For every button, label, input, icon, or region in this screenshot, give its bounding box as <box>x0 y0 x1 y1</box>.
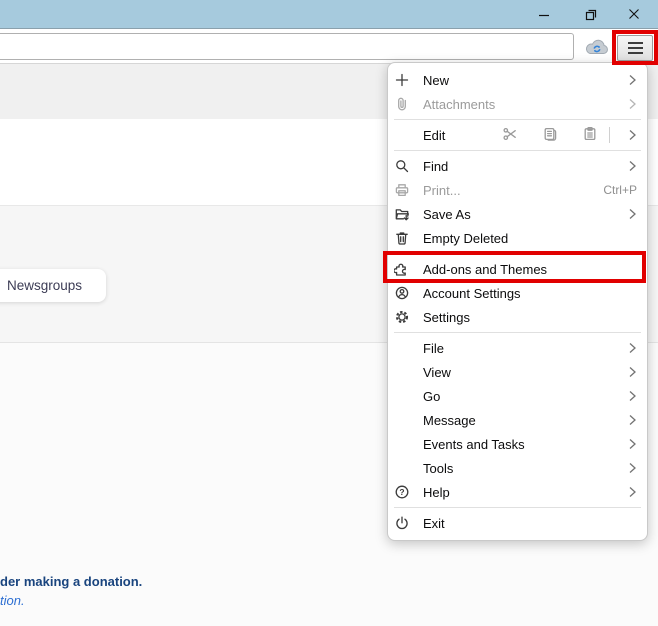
menu-item-find[interactable]: Find <box>388 154 647 178</box>
close-button[interactable] <box>617 0 651 28</box>
menu-item-go[interactable]: Go <box>388 384 647 408</box>
menu-item-attachments[interactable]: Attachments <box>388 92 647 116</box>
paste-icon[interactable] <box>582 126 598 145</box>
chevron-right-icon <box>625 462 637 474</box>
menu-item-print[interactable]: Print... Ctrl+P <box>388 178 647 202</box>
chevron-right-icon <box>625 342 637 354</box>
search-input[interactable] <box>0 33 574 60</box>
restore-icon <box>584 7 598 21</box>
menu-separator <box>394 253 641 254</box>
chevron-right-icon <box>625 438 637 450</box>
menu-separator <box>394 332 641 333</box>
menu-item-empty-deleted[interactable]: Empty Deleted <box>388 226 647 250</box>
menu-item-exit[interactable]: Exit <box>388 511 647 535</box>
chevron-right-icon <box>625 486 637 498</box>
close-icon <box>627 7 641 21</box>
cut-icon[interactable] <box>502 126 518 145</box>
donation-text-block: der making a donation. tion. <box>0 572 260 610</box>
menu-separator <box>394 119 641 120</box>
plus-icon <box>394 72 410 88</box>
donation-text: der making a donation. <box>0 574 143 589</box>
menu-separator <box>394 507 641 508</box>
copy-icon[interactable] <box>542 126 558 145</box>
chevron-right-icon <box>625 414 637 426</box>
gear-icon <box>394 309 410 325</box>
app-menu-popup: New Attachments Edit Find Print... Ctrl+… <box>387 62 648 541</box>
svg-text:?: ? <box>399 487 404 497</box>
menu-item-settings[interactable]: Settings <box>388 305 647 329</box>
menu-item-save-as[interactable]: Save As <box>388 202 647 226</box>
menu-item-events-and-tasks[interactable]: Events and Tasks <box>388 432 647 456</box>
minimize-button[interactable] <box>527 0 561 28</box>
chevron-right-icon <box>625 390 637 402</box>
menu-item-account-settings[interactable]: Account Settings <box>388 281 647 305</box>
donation-link[interactable]: tion. <box>0 593 25 608</box>
search-icon <box>394 158 410 174</box>
chevron-right-icon <box>625 208 637 220</box>
account-icon <box>394 285 410 301</box>
power-icon <box>394 515 410 531</box>
help-icon: ? <box>394 484 410 500</box>
newsgroups-label: Newsgroups <box>7 278 83 293</box>
chevron-right-icon <box>625 74 637 86</box>
chevron-right-icon <box>625 366 637 378</box>
menu-separator <box>394 150 641 151</box>
minimize-icon <box>537 7 551 21</box>
chevron-right-icon <box>625 98 637 110</box>
menu-divider-vertical <box>609 127 610 143</box>
paperclip-icon <box>394 96 410 112</box>
menu-item-view[interactable]: View <box>388 360 647 384</box>
chevron-right-icon <box>625 160 637 172</box>
menu-item-edit[interactable]: Edit <box>388 123 647 147</box>
cloud-sync-icon <box>584 38 610 59</box>
menu-item-help[interactable]: ? Help <box>388 480 647 504</box>
hamburger-icon <box>627 42 643 54</box>
titlebar <box>0 0 658 29</box>
restore-button[interactable] <box>574 0 608 28</box>
cloud-sync-button[interactable] <box>582 37 612 59</box>
menu-item-tools[interactable]: Tools <box>388 456 647 480</box>
menu-item-new[interactable]: New <box>388 68 647 92</box>
menu-item-message[interactable]: Message <box>388 408 647 432</box>
printer-icon <box>394 182 410 198</box>
app-window: Newsgroups der making a donation. tion. … <box>0 0 658 626</box>
trash-icon <box>394 230 410 246</box>
shortcut-label: Ctrl+P <box>603 183 637 197</box>
menu-item-addons-and-themes[interactable]: Add-ons and Themes <box>388 257 647 281</box>
save-as-icon <box>394 206 410 222</box>
puzzle-icon <box>394 261 410 277</box>
newsgroups-button[interactable]: Newsgroups <box>0 269 106 302</box>
menu-item-file[interactable]: File <box>388 336 647 360</box>
app-menu-button[interactable] <box>617 35 653 61</box>
chevron-right-icon <box>625 129 637 141</box>
